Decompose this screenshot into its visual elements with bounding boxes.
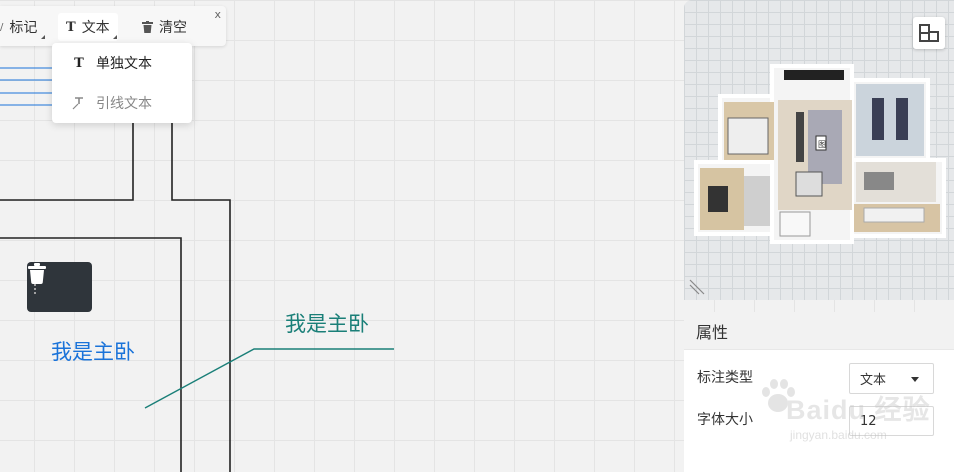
annotation-type-label: 标注类型 [697, 370, 753, 386]
trash-icon [142, 21, 153, 33]
close-toolbar-button[interactable]: x [214, 8, 221, 21]
wall-line [0, 120, 134, 201]
mark-label: 标记 [9, 20, 38, 36]
clear-button[interactable]: 清空 [142, 13, 187, 41]
menu-item-label: 单独文本 [96, 56, 152, 72]
menu-item-label: 引线文本 [96, 96, 152, 112]
annotation-type-value: 文本 [860, 373, 887, 388]
resize-handle-icon[interactable] [689, 279, 705, 295]
leader-line [144, 348, 394, 409]
room-label-blue[interactable]: 我是主卧 [51, 336, 135, 366]
annotation-toolbar: / 标记 T 文本 清空 x [0, 6, 226, 46]
text-icon: T [74, 55, 84, 71]
trash-icon [28, 263, 46, 284]
delete-button[interactable] [27, 262, 92, 312]
mark-icon: / [0, 21, 4, 33]
text-button[interactable]: T 文本 [58, 13, 118, 41]
menu-item-single-text[interactable]: T 单独文本 [52, 43, 192, 83]
text-icon: T [66, 19, 76, 35]
menu-item-leader-text[interactable]: 引线文本 [52, 83, 192, 123]
chevron-down-icon [911, 377, 919, 382]
dropdown-caret-icon [41, 35, 46, 39]
room-label: 图 [818, 140, 826, 149]
leader-text-icon [72, 97, 83, 110]
floorplan-toggle-button[interactable] [913, 17, 945, 49]
floorplan-toggle-icon [919, 24, 939, 42]
clear-label: 清空 [159, 20, 187, 36]
text-label: 文本 [81, 20, 110, 36]
dropdown-caret-icon [112, 35, 117, 39]
text-dropdown-menu: T 单独文本 引线文本 [52, 43, 192, 123]
font-size-input[interactable] [849, 406, 934, 436]
font-size-label: 字体大小 [697, 412, 753, 428]
properties-title: 属性 [684, 312, 954, 350]
room-label-teal[interactable]: 我是主卧 [285, 308, 369, 338]
properties-panel: 属性 标注类型 文本 字体大小 [684, 312, 954, 472]
mark-button[interactable]: / 标记 [0, 13, 46, 41]
floorplan-preview[interactable]: 图 [684, 0, 954, 300]
annotation-type-select[interactable]: 文本 [849, 363, 934, 394]
